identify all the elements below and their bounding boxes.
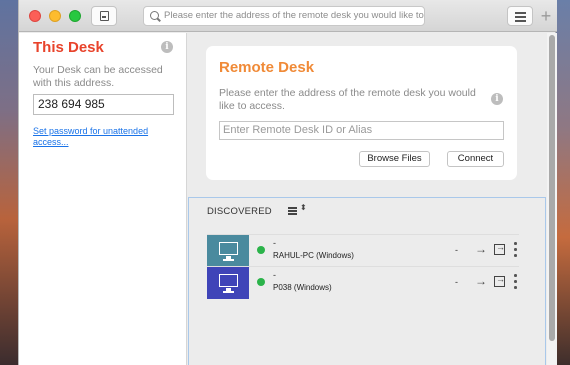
monitor-icon [219,242,238,255]
remote-desk-card: Remote Desk Please enter the address of … [206,46,517,180]
this-desk-address[interactable]: 238 694 985 [33,94,174,115]
device-alias: - [273,238,276,248]
address-bar[interactable]: Please enter the address of the remote d… [143,6,425,26]
info-icon[interactable]: i [161,41,173,53]
address-bar-placeholder: Please enter the address of the remote d… [164,10,424,21]
device-name: P038 (Windows) [273,283,332,292]
address-book-button[interactable] [91,6,117,26]
maximize-window-button[interactable] [69,10,81,22]
scrollbar-thumb[interactable] [549,35,555,341]
main-menu-button[interactable] [507,6,533,26]
device-thumbnail [207,235,249,267]
remote-desk-description: Please enter the address of the remote d… [219,87,476,112]
device-alias: - [273,270,276,280]
device-row[interactable]: - RAHUL-PC (Windows) - → [207,234,519,267]
online-status-dot [257,278,265,286]
this-desk-panel: This Desk i Your Desk can be accessed wi… [19,33,187,365]
info-icon[interactable]: i [491,93,503,105]
device-row[interactable]: - P038 (Windows) - → [207,266,519,299]
close-window-button[interactable] [29,10,41,22]
this-desk-description: Your Desk can be accessed with this addr… [33,64,163,89]
remote-desk-id-input[interactable]: Enter Remote Desk ID or Alias [219,121,504,140]
desktop-wallpaper-left [0,0,18,365]
device-last-session: - [455,245,458,255]
address-book-icon [100,11,109,21]
new-tab-button[interactable]: + [535,6,557,28]
this-desk-title: This Desk [33,39,104,56]
more-options-icon[interactable] [514,241,517,257]
device-name: RAHUL-PC (Windows) [273,251,354,260]
more-options-icon[interactable] [514,273,517,289]
browse-files-button[interactable]: Browse Files [359,151,430,167]
device-last-session: - [455,277,458,287]
file-transfer-icon[interactable] [494,274,505,287]
remote-desk-title: Remote Desk [219,59,315,76]
connect-arrow-icon[interactable]: → [475,274,487,288]
anydesk-window: Please enter the address of the remote d… [18,0,557,365]
file-transfer-icon[interactable] [494,242,505,255]
connect-arrow-icon[interactable]: → [475,242,487,256]
connect-button[interactable]: Connect [447,151,504,167]
remote-desk-panel: Remote Desk Please enter the address of … [188,33,546,365]
desktop-wallpaper-right [556,0,570,365]
title-bar: Please enter the address of the remote d… [19,0,557,32]
hamburger-icon [515,12,526,14]
discovered-label: DISCOVERED [207,206,272,217]
set-password-link[interactable]: Set password for unattended access... [33,126,183,148]
minimize-window-button[interactable] [49,10,61,22]
device-thumbnail [207,267,249,299]
search-icon [150,11,159,20]
online-status-dot [257,246,265,254]
monitor-icon [219,274,238,287]
discovered-section: DISCOVERED ⬍ - RAHUL-PC (Windows) - → → … [188,197,546,365]
vertical-scrollbar[interactable] [547,33,557,365]
list-view-icon[interactable] [288,207,297,215]
sort-icon[interactable]: ⬍ [300,204,307,212]
